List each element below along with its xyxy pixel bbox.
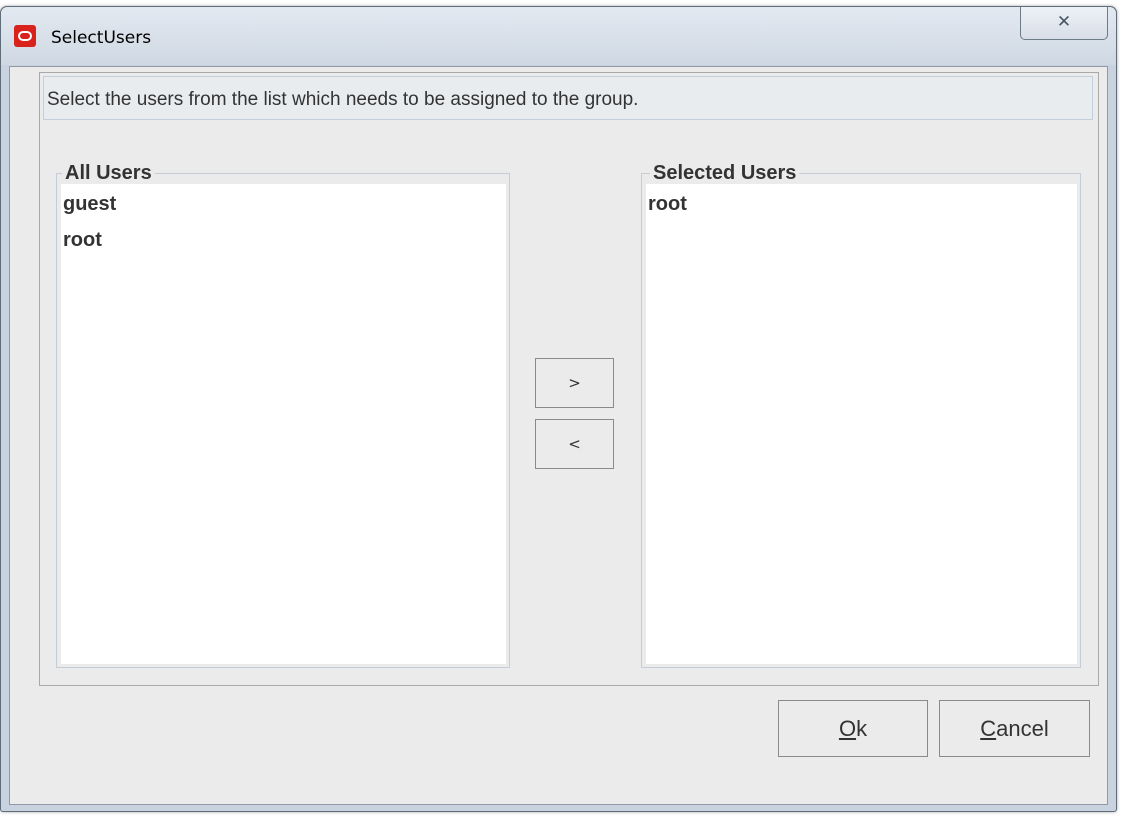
title-bar[interactable]: SelectUsers ✕ [1, 7, 1116, 65]
all-users-list[interactable]: guest root [61, 184, 506, 664]
cancel-label: ancel [996, 716, 1049, 741]
selected-users-list[interactable]: root [646, 184, 1077, 664]
select-users-dialog: SelectUsers ✕ Select the users from the … [0, 6, 1117, 812]
close-icon: ✕ [1056, 12, 1072, 32]
dialog-body: Select the users from the list which nee… [9, 66, 1108, 805]
instruction-bar: Select the users from the list which nee… [43, 76, 1093, 120]
close-button[interactable]: ✕ [1020, 7, 1108, 40]
cancel-button[interactable]: Cancel [939, 700, 1090, 757]
ok-label: k [856, 716, 868, 741]
list-item[interactable]: guest [63, 192, 116, 216]
ok-button[interactable]: Ok [778, 700, 928, 757]
window-title: SelectUsers [51, 28, 152, 48]
selected-users-group: Selected Users root [641, 163, 1081, 668]
selected-users-title: Selected Users [650, 163, 800, 183]
content-panel: Select the users from the list which nee… [39, 72, 1099, 686]
cancel-mnemonic: C [980, 716, 997, 741]
instruction-text: Select the users from the list which nee… [47, 89, 639, 110]
remove-user-button[interactable]: < [535, 419, 614, 469]
list-item[interactable]: root [648, 192, 687, 216]
ok-mnemonic: O [838, 716, 857, 741]
remove-arrow-label: < [568, 435, 581, 453]
list-item[interactable]: root [63, 228, 102, 252]
all-users-group: All Users guest root [56, 163, 510, 668]
add-arrow-label: > [568, 374, 581, 392]
all-users-title: All Users [62, 163, 155, 183]
oracle-logo-icon [14, 25, 36, 47]
add-user-button[interactable]: > [535, 358, 614, 408]
